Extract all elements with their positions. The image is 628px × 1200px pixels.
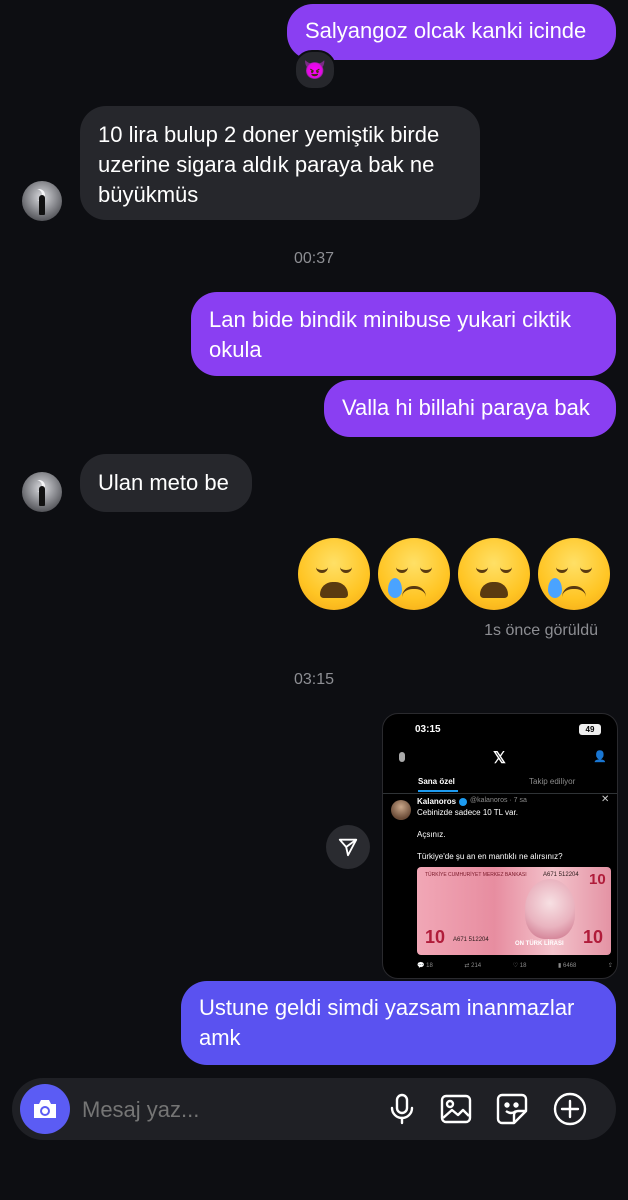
note-text: ON TÜRK LİRASI	[515, 941, 564, 947]
crying-face-icon	[538, 538, 610, 610]
camera-icon	[34, 1100, 56, 1118]
camera-button[interactable]	[20, 1084, 70, 1134]
divider	[383, 793, 617, 794]
emoji-message[interactable]	[298, 538, 610, 610]
note-serial: A671 512204	[543, 872, 579, 878]
reaction-badge[interactable]: 😈	[294, 50, 336, 90]
outgoing-message[interactable]: Lan bide bindik minibuse yukari ciktik o…	[191, 292, 616, 376]
send-icon	[338, 838, 358, 857]
tweet-line: Açsınız.	[417, 830, 446, 839]
incoming-message[interactable]: 10 lira bulup 2 doner yemiştik birde uze…	[80, 106, 480, 220]
message-composer	[12, 1078, 616, 1140]
like-icon: ♡ 18	[512, 963, 527, 969]
avatar[interactable]	[22, 181, 62, 221]
reply-icon: 💬 18	[417, 963, 433, 969]
tweet-handle: @kalanoros · 7 sa	[470, 797, 527, 804]
tweet-actions: 💬 18 ⇄ 214 ♡ 18 ▮ 6468 ⇪	[417, 962, 613, 969]
close-icon: ✕	[601, 794, 610, 805]
battery-level: 49	[585, 725, 595, 734]
outgoing-message[interactable]: Ustune geldi simdi yazsam inanmazlar amk	[181, 981, 616, 1065]
message-text: Ustune geldi simdi yazsam inanmazlar amk	[199, 995, 575, 1050]
weary-face-icon	[298, 538, 370, 610]
views-icon: ▮ 6468	[558, 963, 577, 969]
seen-status: 1s önce görüldü	[484, 622, 598, 639]
tweet-line: Türkiye'de şu an en mantıklı ne alırsını…	[417, 852, 563, 861]
like-count: 18	[519, 963, 527, 969]
message-input[interactable]	[80, 1090, 374, 1130]
weary-face-icon	[458, 538, 530, 610]
repost-count: 214	[471, 963, 482, 969]
incoming-message[interactable]: Ulan meto be	[80, 454, 252, 512]
outgoing-message[interactable]: Valla hi billahi paraya bak	[324, 380, 616, 437]
author-avatar	[391, 800, 411, 820]
message-text: Ulan meto be	[98, 470, 229, 495]
microphone-button[interactable]	[384, 1091, 420, 1127]
share-icon: ⇪	[607, 963, 613, 969]
note-value: 10	[589, 871, 606, 888]
sticker-button[interactable]	[494, 1091, 530, 1127]
profile-icon	[399, 752, 405, 762]
add-user-icon: 👤	[593, 751, 607, 763]
crying-face-icon	[378, 538, 450, 610]
timestamp: 03:15	[293, 671, 335, 688]
note-value: 10	[583, 927, 604, 947]
share-button[interactable]	[326, 825, 370, 869]
sticker-icon	[496, 1093, 528, 1125]
message-text: Valla hi billahi paraya bak	[342, 395, 590, 420]
gallery-button[interactable]	[438, 1091, 474, 1127]
note-serial: A671 512204	[453, 937, 489, 943]
message-text: 10 lira bulup 2 doner yemiştik birde uze…	[98, 122, 440, 207]
views-count: 6468	[562, 963, 577, 969]
reply-count: 18	[426, 963, 433, 969]
image-icon	[440, 1094, 472, 1124]
smiling-devil-icon: 😈	[303, 59, 327, 80]
banknote-image: TÜRKİYE CUMHURİYET MERKEZ BANKASI A671 5…	[417, 867, 611, 955]
tweet-line: Cebinizde sadece 10 TL var.	[417, 808, 518, 817]
outgoing-message[interactable]: Salyangoz olcak kanki icinde	[287, 4, 616, 60]
x-logo-icon: 𝕏	[493, 750, 506, 767]
status-time: 03:15	[415, 724, 441, 735]
tab-underline	[418, 790, 458, 792]
note-value: 10	[425, 927, 446, 947]
repost-icon: ⇄ 214	[464, 963, 482, 969]
note-bank-name: TÜRKİYE CUMHURİYET MERKEZ BANKASI	[425, 872, 527, 878]
tweet-author: Kalanoros	[417, 797, 457, 806]
microphone-icon	[390, 1093, 414, 1125]
plus-circle-icon	[553, 1092, 587, 1126]
tab-for-you: Sana özel	[418, 777, 455, 786]
tab-following: Takip ediliyor	[529, 777, 576, 786]
message-text: Lan bide bindik minibuse yukari ciktik o…	[209, 307, 571, 362]
battery-icon: 49	[579, 724, 601, 735]
timestamp: 00:37	[293, 250, 335, 267]
message-text: Salyangoz olcak kanki icinde	[305, 18, 587, 43]
verified-icon	[459, 798, 467, 806]
shared-image[interactable]: 03:15 49 𝕏 👤 Sana özel Takip ediliyor Ka…	[382, 713, 618, 979]
avatar[interactable]	[22, 472, 62, 512]
more-button[interactable]	[552, 1091, 588, 1127]
portrait	[525, 879, 575, 939]
